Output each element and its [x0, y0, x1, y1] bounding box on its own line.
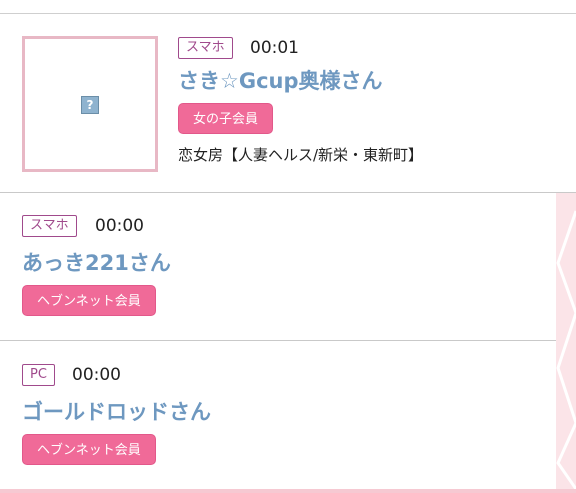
- bottom-border: [0, 489, 576, 493]
- side-panel-edge: [556, 193, 576, 489]
- broken-image-icon: ?: [81, 96, 99, 114]
- user-name-link[interactable]: さき☆Gcup奥様さん: [178, 67, 383, 95]
- access-time: 00:00: [72, 365, 121, 385]
- user-name-link[interactable]: ゴールドロッドさん: [22, 398, 211, 426]
- member-badge: ヘブンネット会員: [22, 285, 156, 316]
- device-tag: スマホ: [22, 215, 77, 237]
- access-time: 00:00: [95, 216, 144, 236]
- device-tag: スマホ: [178, 37, 233, 59]
- member-badge: 女の子会員: [178, 103, 274, 134]
- list-item[interactable]: ? スマホ 00:01 さき☆Gcup奥様さん 女の子会員 恋女房【人妻ヘルス/…: [0, 14, 576, 192]
- list-item[interactable]: PC 00:00 ゴールドロッドさん ヘブンネット会員: [0, 341, 576, 489]
- device-tag: PC: [22, 364, 55, 386]
- shop-name[interactable]: 恋女房【人妻ヘルス/新栄・東新町】: [178, 145, 423, 165]
- user-name-link[interactable]: あっき221さん: [22, 249, 171, 277]
- thumbnail-image[interactable]: ?: [22, 36, 158, 172]
- access-time: 00:01: [250, 38, 299, 58]
- member-badge: ヘブンネット会員: [22, 434, 156, 465]
- list-item[interactable]: スマホ 00:00 あっき221さん ヘブンネット会員: [0, 193, 576, 340]
